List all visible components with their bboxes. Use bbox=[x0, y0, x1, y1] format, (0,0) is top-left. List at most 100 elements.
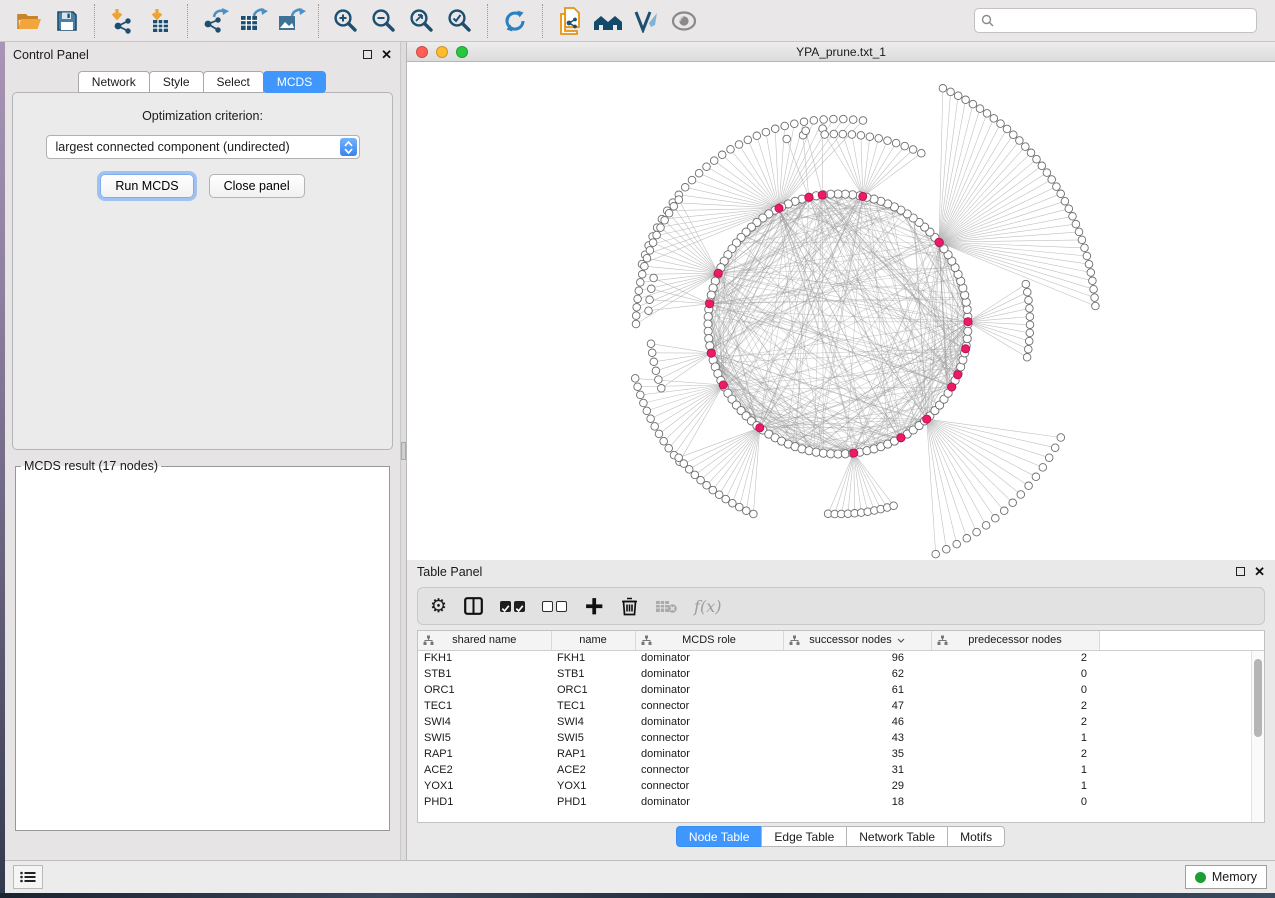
export-network-button[interactable] bbox=[196, 3, 234, 39]
network-window-title: YPA_prune.txt_1 bbox=[796, 45, 886, 59]
network-canvas[interactable] bbox=[407, 62, 1275, 560]
close-table-panel-icon[interactable]: ✕ bbox=[1254, 565, 1265, 578]
cell: RAP1 bbox=[418, 746, 551, 762]
plus-icon bbox=[584, 596, 604, 616]
table-x-icon bbox=[655, 599, 677, 614]
table-row[interactable]: YOX1YOX1connector291 bbox=[418, 778, 1264, 794]
table-row[interactable]: RAP1RAP1dominator352 bbox=[418, 746, 1264, 762]
table-row[interactable]: FKH1FKH1dominator962 bbox=[418, 650, 1264, 666]
network-window-titlebar[interactable]: YPA_prune.txt_1 bbox=[407, 42, 1275, 62]
tab-edge-table[interactable]: Edge Table bbox=[761, 826, 847, 847]
table-toolbar: ⚙ bbox=[417, 587, 1265, 625]
function-builder-button[interactable]: f(x) bbox=[694, 593, 721, 619]
float-table-panel-icon[interactable] bbox=[1236, 567, 1245, 576]
checked-box-icon bbox=[514, 601, 525, 612]
tab-network-table[interactable]: Network Table bbox=[846, 826, 948, 847]
tab-network[interactable]: Network bbox=[78, 71, 150, 93]
show-hide-button[interactable] bbox=[665, 3, 703, 39]
column-header-shared-name[interactable]: shared name bbox=[418, 631, 551, 650]
import-table-button[interactable] bbox=[141, 3, 179, 39]
tab-motifs[interactable]: Motifs bbox=[947, 826, 1005, 847]
task-history-button[interactable] bbox=[13, 865, 43, 889]
select-all-button[interactable] bbox=[500, 593, 525, 619]
close-panel-button[interactable]: Close panel bbox=[209, 174, 305, 198]
table-row[interactable]: SWI4SWI4dominator462 bbox=[418, 714, 1264, 730]
table-row[interactable]: ORC1ORC1dominator610 bbox=[418, 682, 1264, 698]
table-row[interactable]: STB1STB1dominator620 bbox=[418, 666, 1264, 682]
import-network-icon bbox=[108, 8, 136, 34]
cell: dominator bbox=[635, 746, 783, 762]
table-panel: Table Panel ✕ ⚙ bbox=[407, 560, 1275, 860]
export-image-button[interactable] bbox=[272, 3, 310, 39]
table-panel-title: Table Panel bbox=[417, 565, 1236, 579]
cell: 0 bbox=[931, 794, 1099, 810]
divider-grip[interactable] bbox=[401, 442, 406, 460]
save-session-button[interactable] bbox=[48, 3, 86, 39]
column-header-filler bbox=[1099, 631, 1264, 650]
mcds-tab-panel: Optimization criterion: largest connecte… bbox=[12, 92, 393, 450]
tab-node-table[interactable]: Node Table bbox=[676, 826, 763, 847]
run-mcds-button[interactable]: Run MCDS bbox=[100, 174, 193, 198]
table-settings-button[interactable]: ⚙ bbox=[430, 593, 447, 619]
cell: ORC1 bbox=[551, 682, 635, 698]
close-window-icon[interactable] bbox=[416, 46, 428, 58]
table-row[interactable]: TEC1TEC1connector472 bbox=[418, 698, 1264, 714]
show-columns-button[interactable] bbox=[464, 593, 483, 619]
tab-select[interactable]: Select bbox=[203, 71, 264, 93]
export-table-button[interactable] bbox=[234, 3, 272, 39]
delete-table-button[interactable] bbox=[655, 593, 677, 619]
table-row[interactable]: PHD1PHD1dominator180 bbox=[418, 794, 1264, 810]
zoom-selected-button[interactable] bbox=[441, 3, 479, 39]
memory-status-icon bbox=[1195, 872, 1206, 883]
close-panel-icon[interactable]: ✕ bbox=[381, 48, 392, 61]
open-session-button[interactable] bbox=[10, 3, 48, 39]
memory-button[interactable]: Memory bbox=[1185, 865, 1267, 889]
column-header-name[interactable]: name bbox=[551, 631, 635, 650]
maximize-window-icon[interactable] bbox=[456, 46, 468, 58]
clone-network-button[interactable] bbox=[551, 3, 589, 39]
zoom-out-button[interactable] bbox=[365, 3, 403, 39]
empty-box-icon bbox=[556, 601, 567, 612]
optimization-criterion-select[interactable]: largest connected component (undirected) bbox=[46, 135, 360, 159]
cell: 0 bbox=[931, 682, 1099, 698]
table-scrollbar-thumb[interactable] bbox=[1254, 659, 1262, 737]
zoom-fit-button[interactable] bbox=[403, 3, 441, 39]
network-graph[interactable] bbox=[407, 62, 1275, 560]
tab-style[interactable]: Style bbox=[149, 71, 204, 93]
cell: 96 bbox=[783, 650, 931, 666]
float-panel-icon[interactable] bbox=[363, 50, 372, 59]
column-header-successor-nodes[interactable]: successor nodes bbox=[783, 631, 931, 650]
cell: ACE2 bbox=[418, 762, 551, 778]
minimize-window-icon[interactable] bbox=[436, 46, 448, 58]
cell: SWI4 bbox=[551, 714, 635, 730]
cell: SWI4 bbox=[418, 714, 551, 730]
home-button[interactable] bbox=[589, 3, 627, 39]
clone-network-icon bbox=[557, 7, 583, 35]
panel-split-divider[interactable] bbox=[400, 42, 407, 860]
deselect-all-button[interactable] bbox=[542, 593, 567, 619]
refresh-layout-button[interactable] bbox=[496, 3, 534, 39]
cell: 47 bbox=[783, 698, 931, 714]
column-header-predecessor-nodes[interactable]: predecessor nodes bbox=[931, 631, 1099, 650]
cell: 18 bbox=[783, 794, 931, 810]
column-header-MCDS-role[interactable]: MCDS role bbox=[635, 631, 783, 650]
cell: 35 bbox=[783, 746, 931, 762]
table-scrollbar[interactable] bbox=[1251, 651, 1264, 822]
import-network-button[interactable] bbox=[103, 3, 141, 39]
style-pen-icon bbox=[633, 9, 659, 33]
dropdown-stepper-icon bbox=[340, 138, 357, 156]
table-row[interactable]: SWI5SWI5connector431 bbox=[418, 730, 1264, 746]
trash-icon bbox=[621, 596, 638, 616]
cell: RAP1 bbox=[551, 746, 635, 762]
cell: 2 bbox=[931, 714, 1099, 730]
optimization-criterion-value: largest connected component (undirected) bbox=[56, 140, 290, 154]
zoom-out-icon bbox=[371, 8, 397, 34]
search-input[interactable] bbox=[999, 14, 1250, 28]
zoom-in-button[interactable] bbox=[327, 3, 365, 39]
cell: PHD1 bbox=[551, 794, 635, 810]
delete-column-button[interactable] bbox=[621, 593, 638, 619]
table-row[interactable]: ACE2ACE2connector311 bbox=[418, 762, 1264, 778]
add-column-button[interactable] bbox=[584, 593, 604, 619]
tab-mcds[interactable]: MCDS bbox=[263, 71, 326, 93]
visual-style-button[interactable] bbox=[627, 3, 665, 39]
